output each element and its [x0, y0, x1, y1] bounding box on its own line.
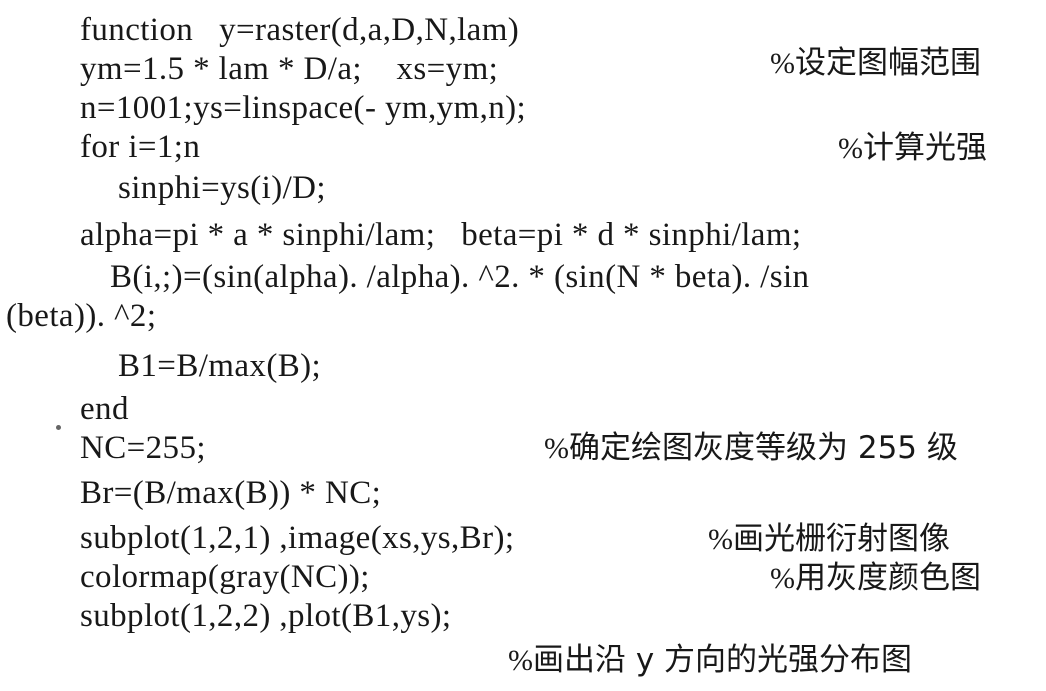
comment-text: 用灰度颜色图 [795, 560, 981, 596]
code-line: subplot(1,2,1) ,image(xs,ys,Br); [80, 520, 515, 556]
code-line: ym=1.5 * lam * D/a; xs=ym; [80, 51, 499, 87]
comment-text: 画光栅衍射图像 [733, 521, 950, 557]
code-line: n=1001;ys=linspace(- ym,ym,n); [80, 90, 527, 126]
code-line-wrapped: (beta)). ^2; [6, 298, 157, 334]
percent-sign: % [770, 47, 795, 80]
scanned-page: function y=raster(d,a,D,N,lam) ym=1.5 * … [0, 0, 1046, 691]
code-line: B1=B/max(B); [118, 348, 322, 384]
code-comment: %确定绘图灰度等级为 255 级 [544, 430, 958, 466]
code-line: subplot(1,2,2) ,plot(B1,ys); [80, 598, 452, 634]
percent-sign: % [544, 432, 569, 465]
ink-speck [56, 425, 61, 430]
percent-sign: % [838, 132, 863, 165]
percent-sign: % [508, 644, 533, 677]
code-line: end [80, 391, 129, 427]
code-comment: %画光栅衍射图像 [708, 521, 950, 557]
code-line: sinphi=ys(i)/D; [118, 170, 326, 206]
code-comment: %设定图幅范围 [770, 45, 981, 81]
percent-sign: % [770, 562, 795, 595]
code-line: alpha=pi * a * sinphi/lam; beta=pi * d *… [80, 217, 802, 253]
code-line: function y=raster(d,a,D,N,lam) [80, 12, 520, 48]
code-line: NC=255; [80, 430, 206, 466]
code-line: Br=(B/max(B)) * NC; [80, 475, 382, 511]
code-line: B(i,;)=(sin(alpha). /alpha). ^2. * (sin(… [110, 259, 810, 295]
comment-text: 画出沿 y 方向的光强分布图 [533, 642, 913, 678]
code-line: colormap(gray(NC)); [80, 559, 370, 595]
comment-text: 计算光强 [863, 130, 987, 166]
code-line: for i=1;n [80, 129, 201, 165]
code-comment: %用灰度颜色图 [770, 560, 981, 596]
comment-text: 确定绘图灰度等级为 255 级 [569, 430, 958, 466]
comment-text: 设定图幅范围 [795, 45, 981, 81]
percent-sign: % [708, 523, 733, 556]
code-comment: %计算光强 [838, 130, 987, 166]
code-comment: %画出沿 y 方向的光强分布图 [508, 642, 913, 678]
